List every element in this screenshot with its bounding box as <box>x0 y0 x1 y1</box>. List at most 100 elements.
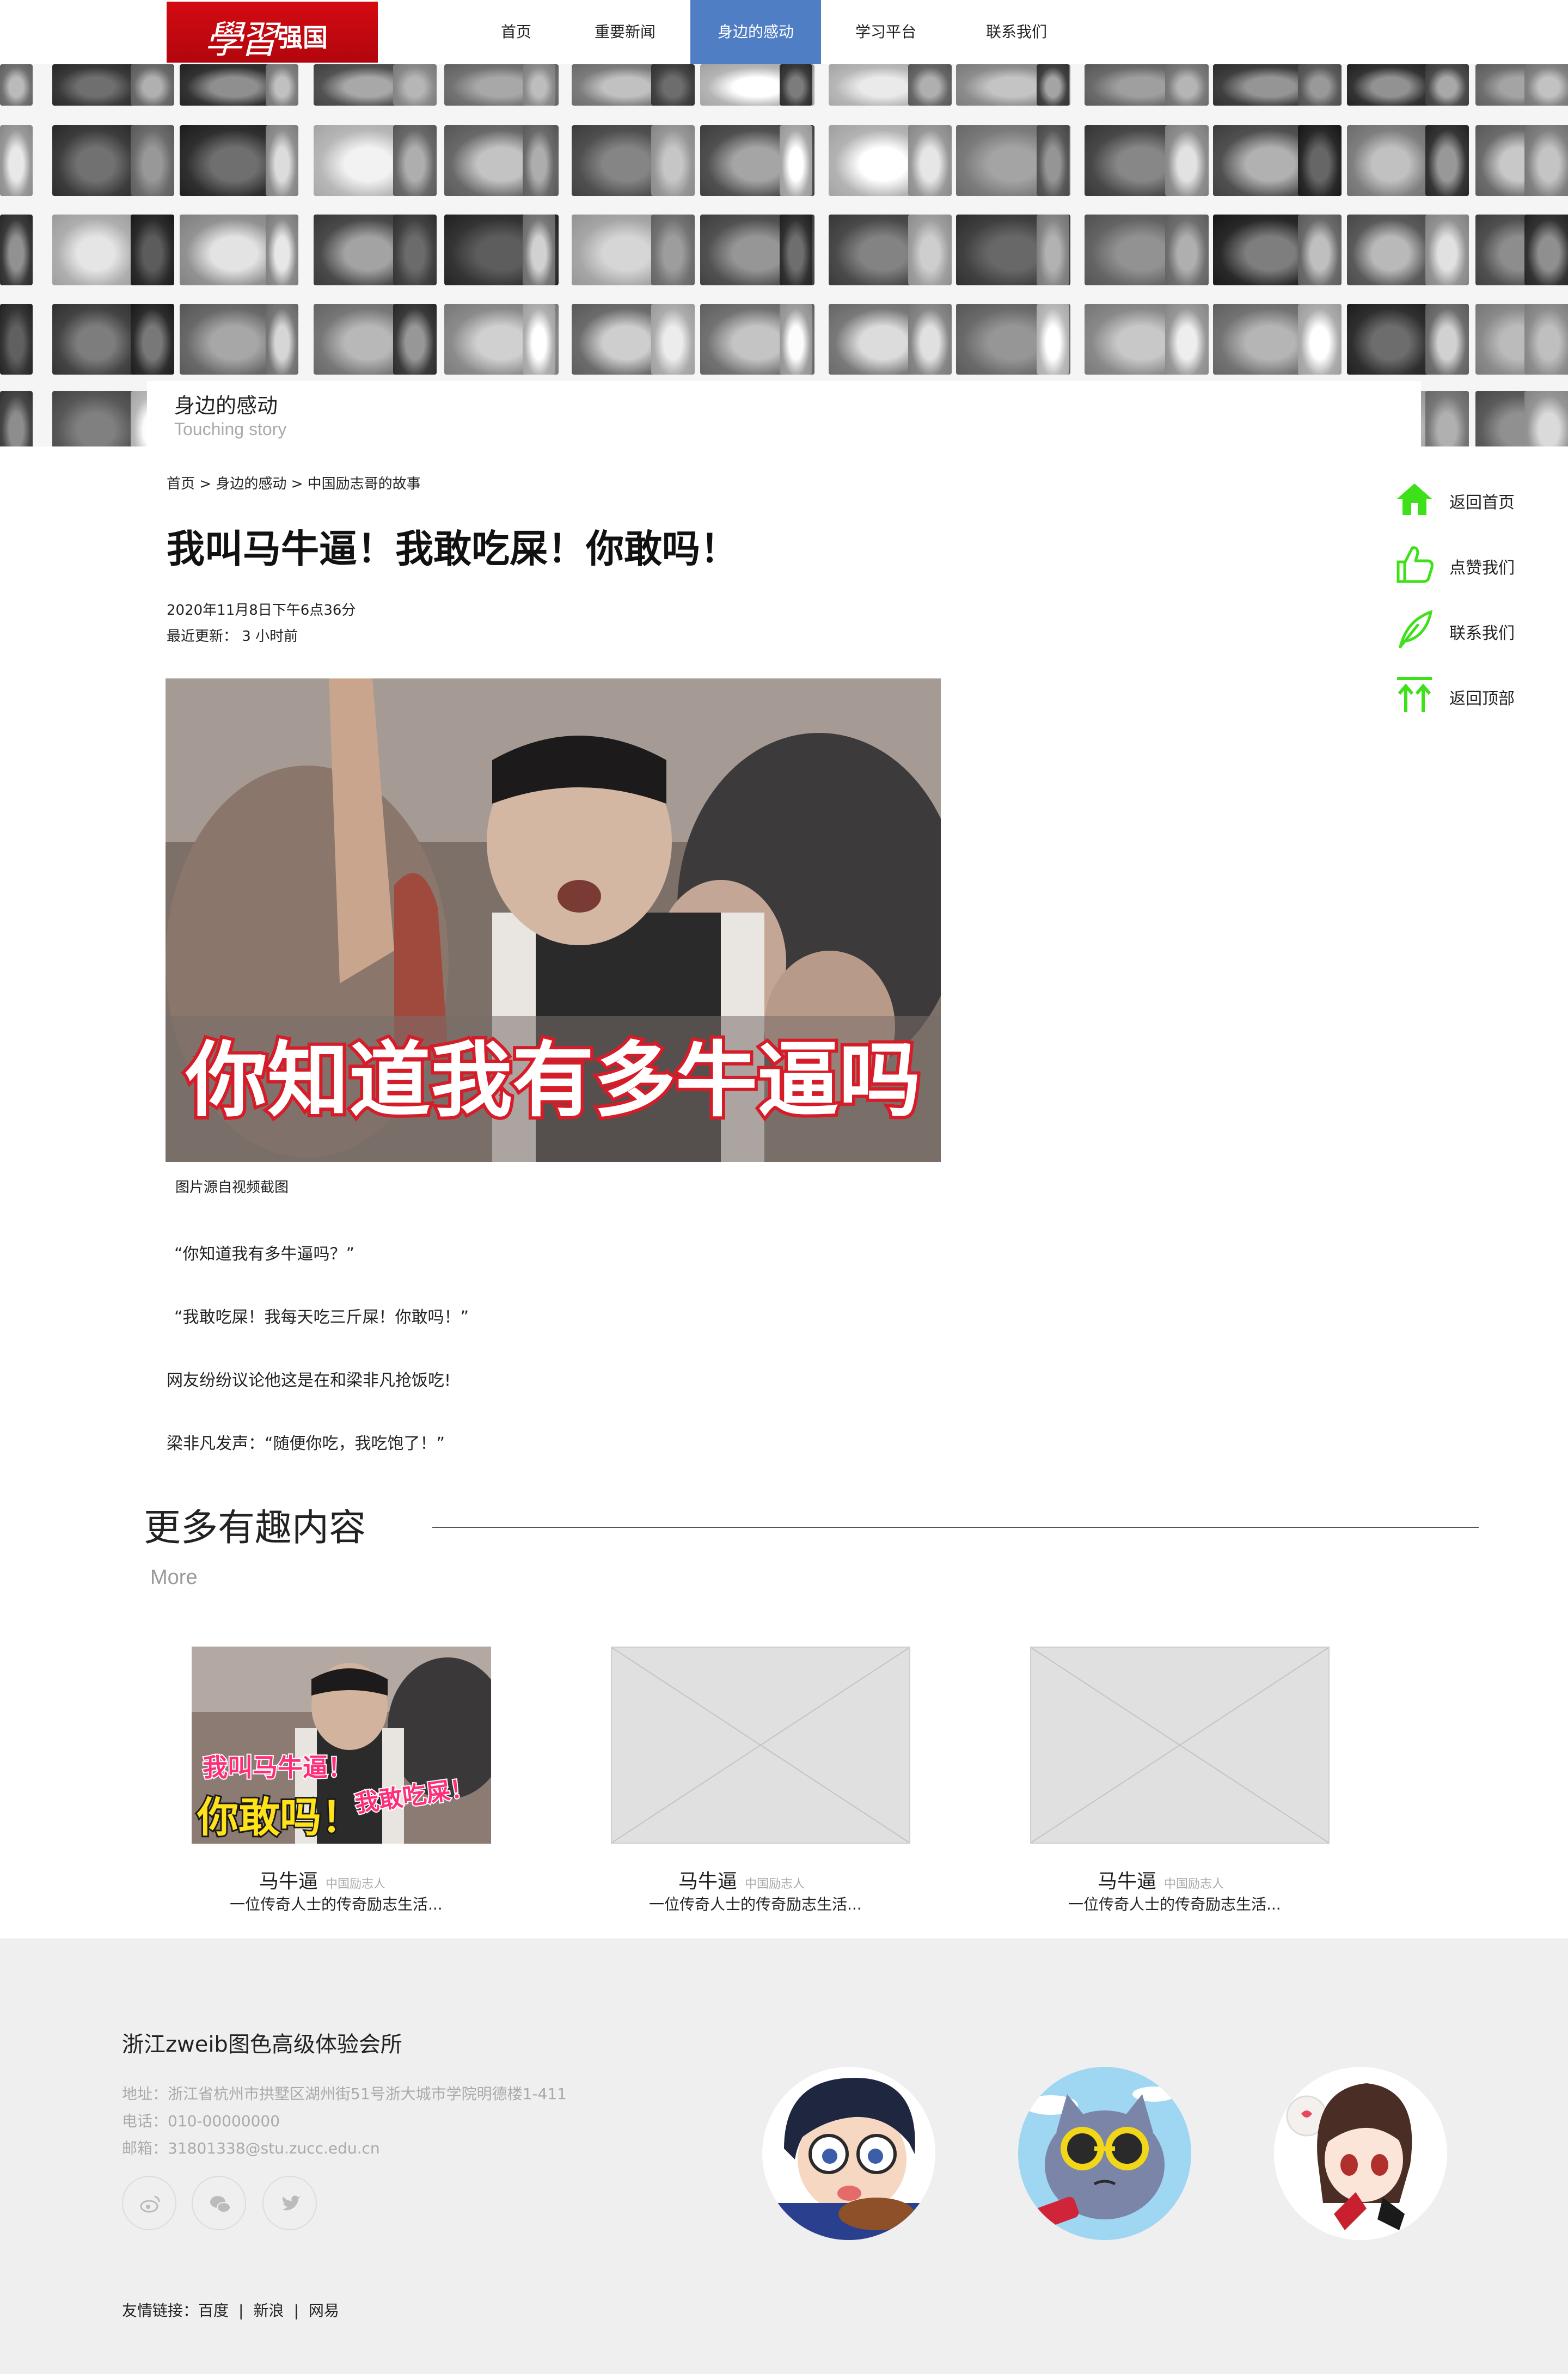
nav-item-contact[interactable]: 联系我们 <box>975 0 1058 64</box>
article-paragraph: “你知道我有多牛逼吗？” <box>174 1245 355 1264</box>
side-nav-label: 返回首页 <box>1449 493 1515 512</box>
face-tile <box>908 304 952 375</box>
card-tag: 中国励志人 <box>745 1877 805 1891</box>
wechat-button[interactable] <box>192 2176 246 2230</box>
face-tile <box>1165 304 1209 375</box>
face-tile <box>780 304 812 375</box>
card-overlay-text: 我叫马牛逼！ <box>203 1753 353 1782</box>
twitter-button[interactable] <box>262 2176 317 2230</box>
feather-icon <box>1399 610 1433 648</box>
face-tile <box>52 215 139 285</box>
face-tile <box>1524 64 1568 106</box>
face-tile <box>1037 215 1069 285</box>
arrow-up-icon <box>1397 677 1432 712</box>
face-tile <box>266 215 298 285</box>
article-paragraph: 网友纷纷议论他这是在和梁非凡抢饭吃! <box>167 1371 451 1390</box>
article-paragraph: 梁非凡发声：“随便你吃，我吃饱了！” <box>167 1434 445 1453</box>
face-tile <box>523 125 555 196</box>
face-tile <box>393 125 437 196</box>
more-section-title: 更多有趣内容 <box>144 1507 366 1550</box>
side-nav-label: 点赞我们 <box>1449 559 1515 578</box>
friend-link-baidu[interactable]: 百度 <box>198 2302 229 2320</box>
footer-address: 地址：浙江省杭州市拱墅区湖州街51号浙大城市学院明德楼1-411 <box>122 2085 567 2103</box>
face-tile <box>523 215 555 285</box>
face-tile <box>131 215 174 285</box>
link-separator: | <box>293 2302 299 2320</box>
nav-item-news[interactable]: 重要新闻 <box>583 0 667 64</box>
nav-item-home[interactable]: 首页 <box>483 0 549 64</box>
avatar[interactable] <box>1018 2067 1191 2240</box>
side-nav-label: 联系我们 <box>1449 624 1515 643</box>
article-title: 我叫马牛逼！我敢吃屎！你敢吗！ <box>167 527 738 571</box>
footer-phone: 电话：010-00000000 <box>122 2112 280 2130</box>
face-tile <box>1298 215 1342 285</box>
face-tile <box>52 304 139 375</box>
card-name[interactable]: 马牛逼 <box>678 1865 737 1894</box>
avatar[interactable] <box>762 2067 935 2240</box>
site-logo[interactable]: 學習 强国 <box>167 2 378 63</box>
nav-item-touching[interactable]: 身边的感动 <box>690 0 821 64</box>
card-thumbnail[interactable]: 我叫马牛逼！ 我敢吃屎！ 你敢吗！ <box>192 1647 491 1844</box>
face-tile <box>908 215 952 285</box>
side-nav-home[interactable]: 返回首页 <box>1393 477 1556 521</box>
article-updated: 最近更新： 3 小时前 <box>167 628 298 645</box>
card-thumbnail-placeholder[interactable] <box>611 1647 910 1844</box>
side-nav-like[interactable]: 点赞我们 <box>1393 542 1556 586</box>
face-tile <box>1165 125 1209 196</box>
card-description: 一位传奇人士的传奇励志生活... <box>230 1895 443 1913</box>
face-tile <box>1425 64 1469 106</box>
face-tile <box>651 125 695 196</box>
breadcrumb[interactable]: 首页 > 身边的感动 > 中国励志哥的故事 <box>167 473 421 493</box>
face-tile <box>0 391 33 446</box>
side-nav-contact[interactable]: 联系我们 <box>1393 608 1556 651</box>
face-tile <box>651 304 695 375</box>
article-paragraph: “我敢吃屎！我每天吃三斤屎！你敢吗！” <box>174 1308 469 1327</box>
avatar[interactable] <box>1274 2067 1447 2240</box>
face-tile <box>1298 304 1342 375</box>
face-tile <box>266 125 298 196</box>
face-tile <box>523 304 555 375</box>
footer-email: 邮箱：31801338@stu.zucc.edu.cn <box>122 2139 380 2157</box>
card-thumbnail-placeholder[interactable] <box>1030 1647 1330 1844</box>
cartoon-boy-avatar <box>762 2067 935 2240</box>
face-tile <box>1524 125 1568 196</box>
face-tile <box>651 64 695 106</box>
side-nav-label: 返回顶部 <box>1449 689 1515 708</box>
card-name[interactable]: 马牛逼 <box>1098 1865 1156 1894</box>
face-tile <box>52 64 139 106</box>
face-tile <box>780 215 812 285</box>
thumbs-up-icon <box>1396 546 1434 583</box>
banner-caption-card <box>147 381 1421 448</box>
wechat-icon <box>210 2196 231 2213</box>
nav-item-study-platform[interactable]: 学习平台 <box>845 0 927 64</box>
card-tag: 中国励志人 <box>326 1877 386 1891</box>
footer-org-name: 浙江zweib图色高级体验会所 <box>122 2032 402 2057</box>
face-tile <box>131 64 174 106</box>
face-tile <box>131 304 174 375</box>
friend-link-sina[interactable]: 新浪 <box>253 2302 284 2320</box>
face-tile <box>1425 391 1469 446</box>
friend-link-netease[interactable]: 网易 <box>309 2302 339 2320</box>
face-tile <box>131 125 174 196</box>
face-tile <box>1037 304 1069 375</box>
article-date: 2020年11月8日下午6点36分 <box>167 602 356 619</box>
face-tile <box>1298 125 1342 196</box>
image-caption: 图片源自视频截图 <box>175 1179 289 1196</box>
face-tile <box>393 304 437 375</box>
side-nav-top[interactable]: 返回顶部 <box>1393 673 1556 717</box>
face-tile <box>1425 215 1469 285</box>
face-tile <box>780 64 812 106</box>
cartoon-girl-avatar <box>1274 2067 1447 2240</box>
card-name[interactable]: 马牛逼 <box>259 1865 318 1894</box>
more-section-subtitle: More <box>150 1566 198 1589</box>
face-tile <box>651 215 695 285</box>
weibo-button[interactable] <box>122 2176 176 2230</box>
card-description: 一位传奇人士的传奇励志生活... <box>1068 1895 1281 1913</box>
face-tile <box>780 125 812 196</box>
face-tile <box>1425 304 1469 375</box>
face-tile <box>0 215 33 285</box>
weibo-icon <box>140 2195 160 2213</box>
card-tag: 中国励志人 <box>1164 1877 1224 1891</box>
twitter-icon <box>282 2195 301 2211</box>
face-tile <box>1347 215 1434 285</box>
